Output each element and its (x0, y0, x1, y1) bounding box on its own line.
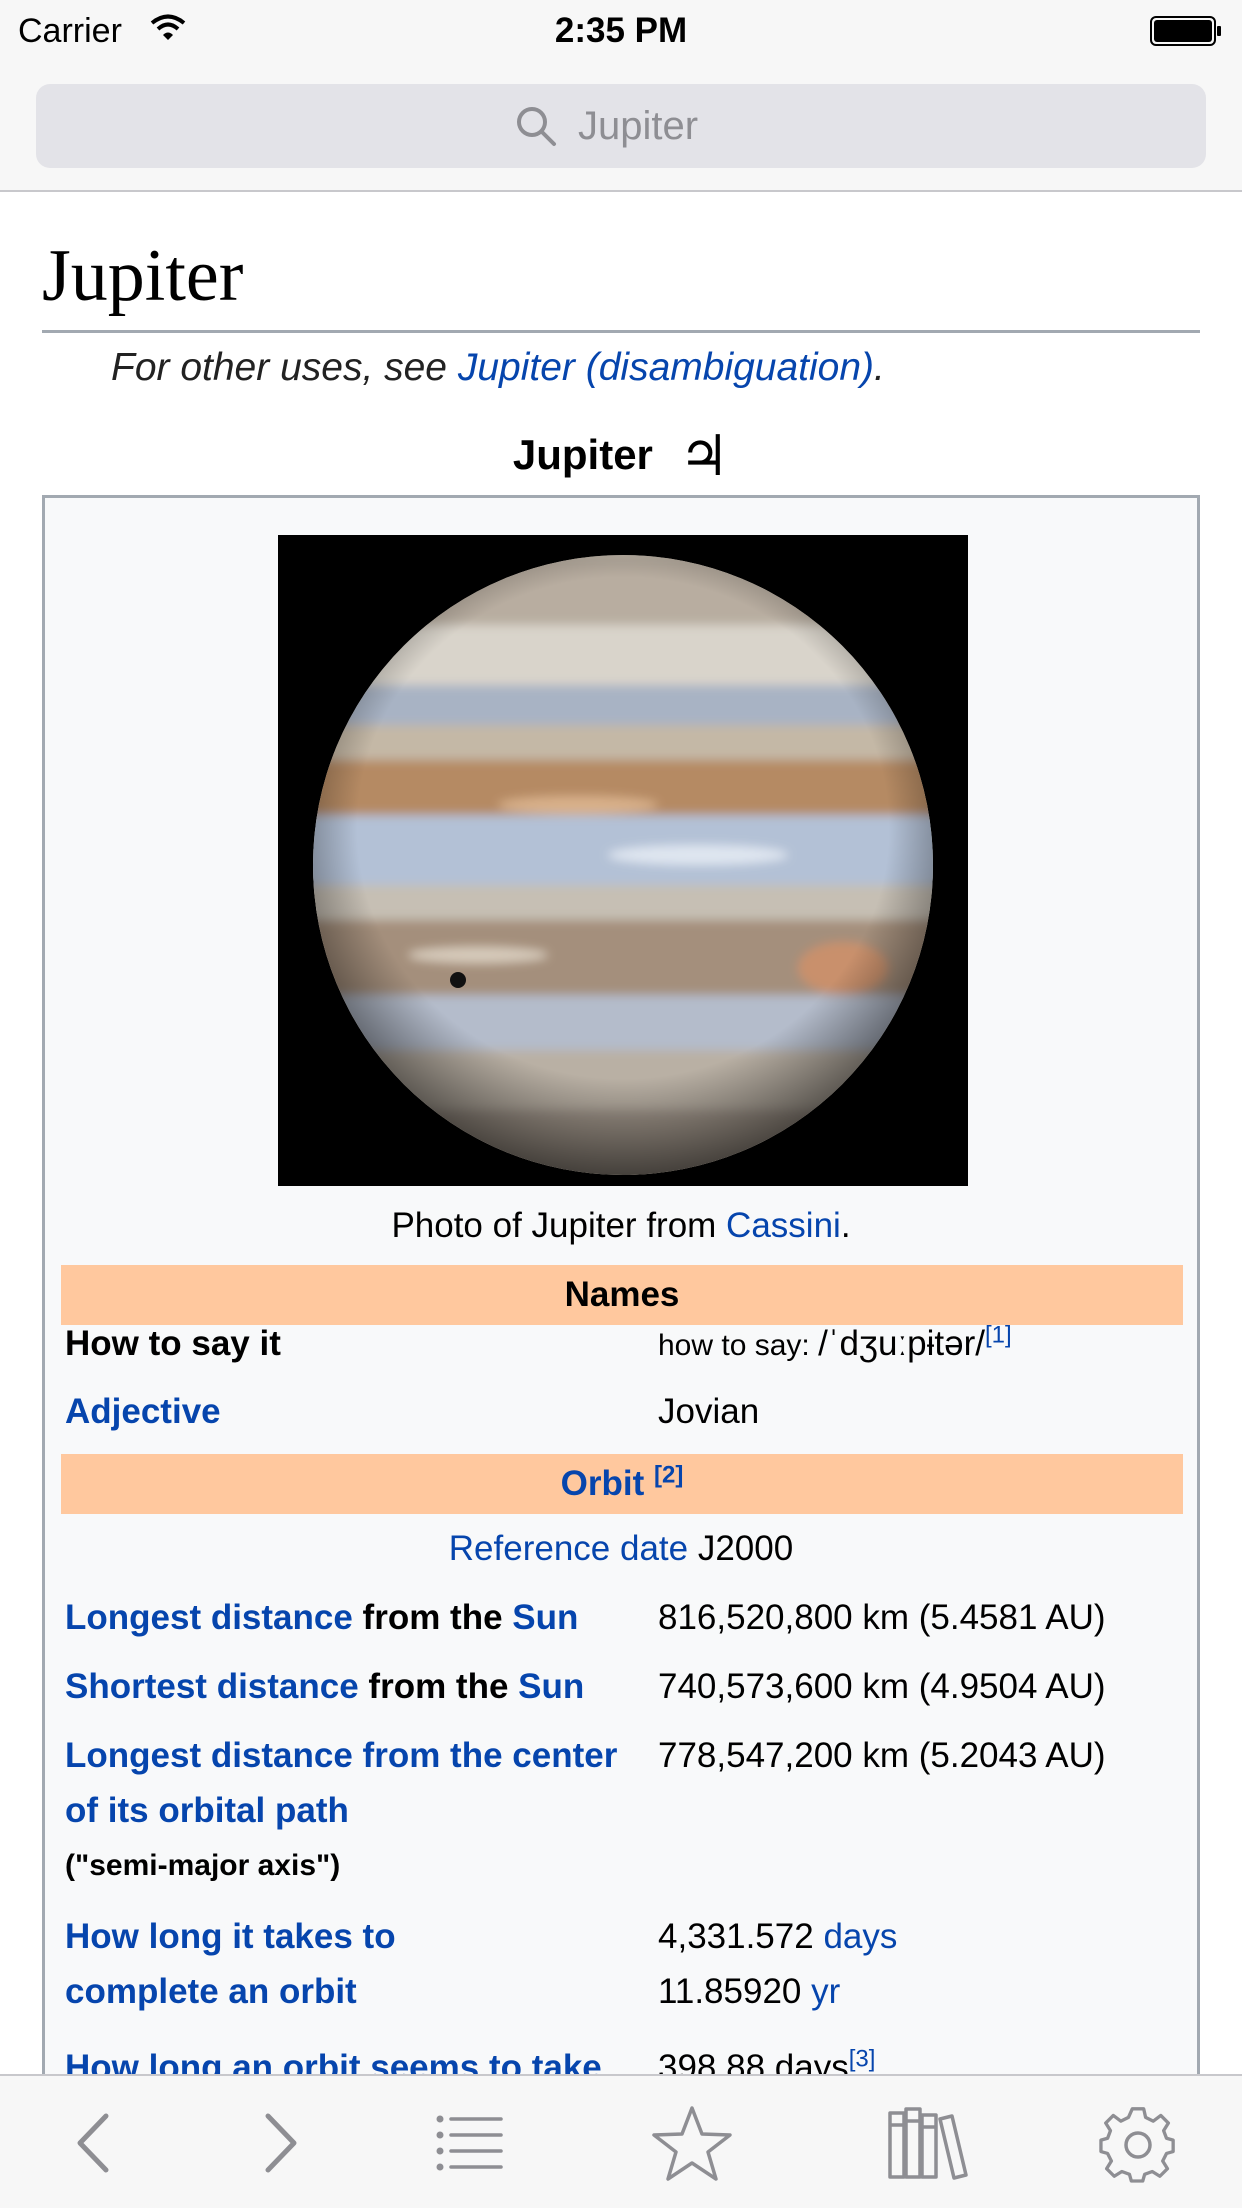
adjective-link[interactable]: Adjective (65, 1384, 645, 1439)
page-title: Jupiter (42, 235, 244, 317)
orbital-period-link[interactable]: How long it takes to complete an orbit (65, 1909, 645, 2019)
synodic-period-value: 398.88 days[3] (658, 2045, 876, 2074)
shortest-distance-label: Shortest distance from the Sun (65, 1667, 585, 1706)
yr-link[interactable]: yr (811, 1972, 840, 2011)
semi-major-axis-value: 778,547,200 km (5.2043 AU) (658, 1736, 1106, 1775)
infobox: Photo of Jupiter from Cassini. Names How… (42, 495, 1200, 2074)
gear-icon (1099, 2107, 1175, 2183)
bookmark-button[interactable] (647, 2098, 737, 2188)
infobox-caption: Jupiter ♃ (512, 424, 730, 489)
sun-link-2[interactable]: Sun (518, 1667, 584, 1706)
back-icon (77, 2113, 109, 2173)
reference-date-link[interactable]: Reference date (449, 1529, 688, 1568)
clock: 2:35 PM (554, 11, 688, 50)
jupiter-symbol-icon: ♃ (678, 424, 730, 489)
how-to-say-value: how to say: /ˈdʒuːpɨtər/[1] (658, 1321, 1012, 1363)
semi-major-axis-note: ("semi-major axis") (65, 1849, 341, 1882)
back-button[interactable] (48, 2098, 138, 2188)
sun-link[interactable]: Sun (512, 1598, 578, 1637)
disambiguation-link[interactable]: Jupiter (disambiguation) (458, 346, 874, 389)
status-bar: Carrier 2:35 PM (0, 0, 1242, 60)
search-field[interactable] (36, 84, 1206, 168)
star-icon (652, 2106, 732, 2181)
orbit-link[interactable]: Orbit (561, 1464, 645, 1503)
longest-distance-label: Longest distance from the Sun (65, 1598, 579, 1637)
synodic-period-link[interactable]: How long an orbit seems to take (65, 2040, 645, 2074)
ref-link-2[interactable]: [2] (654, 1461, 683, 1488)
table-of-contents-button[interactable] (425, 2098, 515, 2188)
settings-button[interactable] (1093, 2098, 1183, 2188)
orbital-period-value: 4,331.572 days 11.85920 yr (658, 1917, 898, 2011)
shortest-distance-link[interactable]: Shortest distance (65, 1667, 359, 1706)
ref-link-1[interactable]: [1] (985, 1321, 1012, 1348)
list-icon (436, 2115, 503, 2171)
image-caption: Photo of Jupiter from Cassini. (391, 1206, 851, 1245)
ref-link-3[interactable]: [3] (849, 2045, 876, 2072)
cassini-link[interactable]: Cassini (726, 1206, 841, 1245)
battery-icon (1150, 16, 1221, 46)
forward-button[interactable] (236, 2098, 326, 2188)
title-divider (42, 330, 1200, 333)
shortest-distance-value: 740,573,600 km (4.9504 AU) (658, 1667, 1106, 1706)
bottom-toolbar (0, 2074, 1242, 2208)
search-icon (517, 107, 556, 146)
forward-icon (265, 2113, 297, 2173)
orbit-section-header: Orbit [2] (61, 1454, 1183, 1514)
library-button[interactable] (883, 2098, 973, 2188)
days-link[interactable]: days (823, 1917, 897, 1956)
library-icon (888, 2107, 968, 2180)
semi-major-axis-label: Longest distance from the center of its o… (65, 1728, 645, 1893)
semi-major-axis-link[interactable]: Longest distance from the center of its o… (65, 1728, 645, 1838)
adjective-value: Jovian (658, 1392, 760, 1431)
jupiter-photo[interactable] (278, 535, 968, 1186)
search-input[interactable] (578, 103, 728, 149)
longest-distance-link[interactable]: Longest distance (65, 1598, 353, 1637)
article-content: Jupiter For other uses, see Jupiter (dis… (0, 194, 1242, 2074)
longest-distance-value: 816,520,800 km (5.4581 AU) (658, 1598, 1106, 1637)
reference-date-row: Reference date J2000 (448, 1529, 794, 1568)
how-to-say-label: How to say it (65, 1324, 281, 1363)
search-bar (0, 60, 1242, 192)
hatnote: For other uses, see Jupiter (disambiguat… (111, 346, 885, 389)
